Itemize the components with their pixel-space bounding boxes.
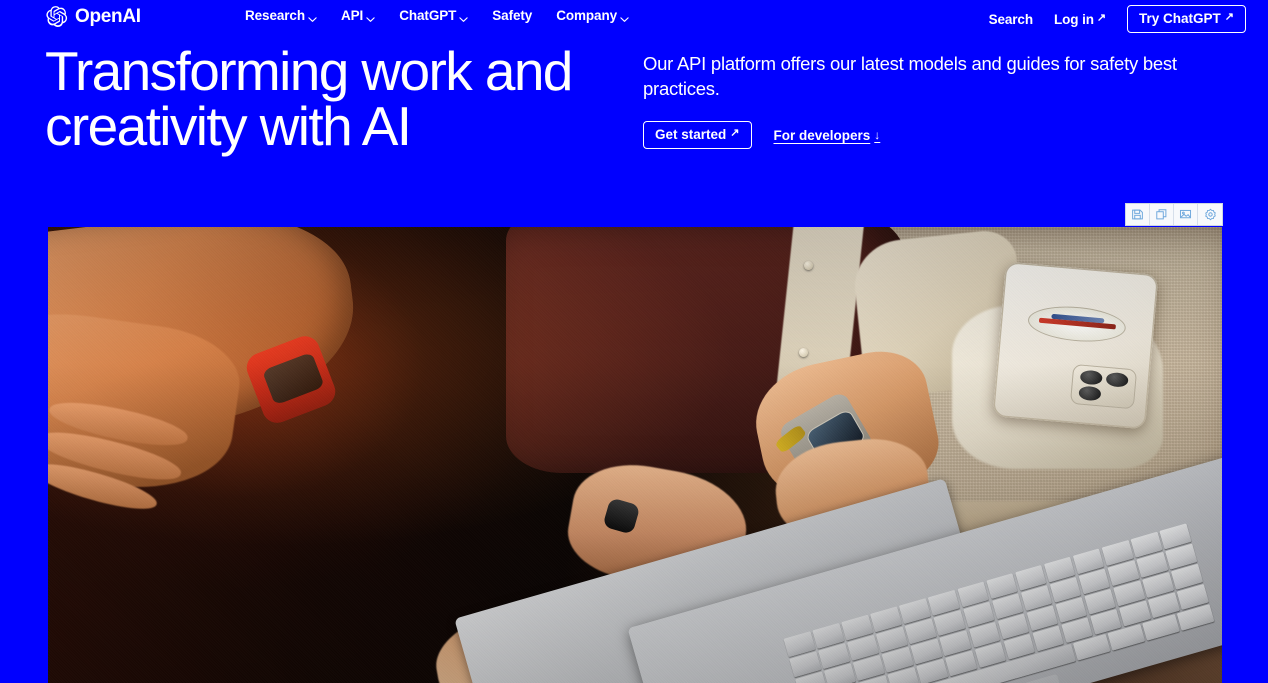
login-link[interactable]: Log in ↗ [1054,12,1106,27]
settings-button[interactable] [1198,204,1222,225]
hero-subhead: Our API platform offers our latest model… [643,53,1177,99]
image-button[interactable] [1174,204,1198,225]
arrow-up-right-icon: ↗ [1224,11,1234,23]
search-button[interactable]: Search [988,11,1034,27]
chevron-down-icon [366,12,375,22]
nav-item-research[interactable]: Research [245,8,317,23]
photo-phone-sticker [1026,302,1128,346]
get-started-label: Get started [655,127,727,142]
copy-button[interactable] [1150,204,1174,225]
search-label: Search [988,11,1034,27]
headline-line-2: creativity with AI [45,95,412,157]
openai-blossom-icon [45,5,68,28]
photo-smartphone [992,261,1159,430]
image-toolbar [1125,203,1223,226]
nav-item-chatgpt[interactable]: ChatGPT [399,8,468,23]
chevron-down-icon [459,12,468,22]
try-chatgpt-label: Try ChatGPT [1139,11,1221,26]
save-button[interactable] [1126,204,1150,225]
hero-actions: Get started ↗ For developers ↓ [643,121,1223,149]
headline-line-1: Transforming work and [45,40,573,102]
brand-name: OpenAI [75,6,141,27]
hero-right-column: Our API platform offers our latest model… [643,52,1223,149]
site-header: OpenAI Research API ChatGPT Safety Compa… [0,0,1268,34]
get-started-button[interactable]: Get started ↗ [643,121,752,149]
chevron-down-icon [308,12,317,22]
for-developers-link[interactable]: For developers ↓ [774,128,881,143]
for-developers-label: For developers [773,127,871,143]
login-label: Log in [1054,11,1094,27]
image-icon [1179,208,1192,221]
nav-item-label: ChatGPT [399,8,457,23]
nav-item-api[interactable]: API [341,8,375,23]
arrow-down-icon: ↓ [874,128,881,142]
hero-photo [48,227,1222,683]
nav-item-label: API [341,8,364,23]
gear-icon [1204,208,1217,221]
nav-item-company[interactable]: Company [556,8,629,23]
nav-item-label: Research [245,8,305,23]
chevron-down-icon [620,12,629,22]
nav-item-label: Company [556,8,618,23]
photo-phone-camera [1070,364,1138,410]
try-chatgpt-button[interactable]: Try ChatGPT ↗ [1127,5,1246,33]
page-title: Transforming work and creativity with AI [45,44,645,154]
save-icon [1131,208,1144,221]
utility-nav: Search Log in ↗ Try ChatGPT ↗ [989,5,1246,33]
brand-logo-link[interactable]: OpenAI [45,5,141,28]
hero-photo-composition [48,227,1222,683]
arrow-up-right-icon: ↗ [1096,11,1107,24]
nav-item-safety[interactable]: Safety [492,8,532,23]
openai-homepage: OpenAI Research API ChatGPT Safety Compa… [0,0,1268,683]
copy-icon [1155,208,1168,221]
arrow-up-right-icon: ↗ [730,127,740,139]
primary-nav: Research API ChatGPT Safety Company [245,8,629,23]
nav-item-label: Safety [492,8,533,23]
